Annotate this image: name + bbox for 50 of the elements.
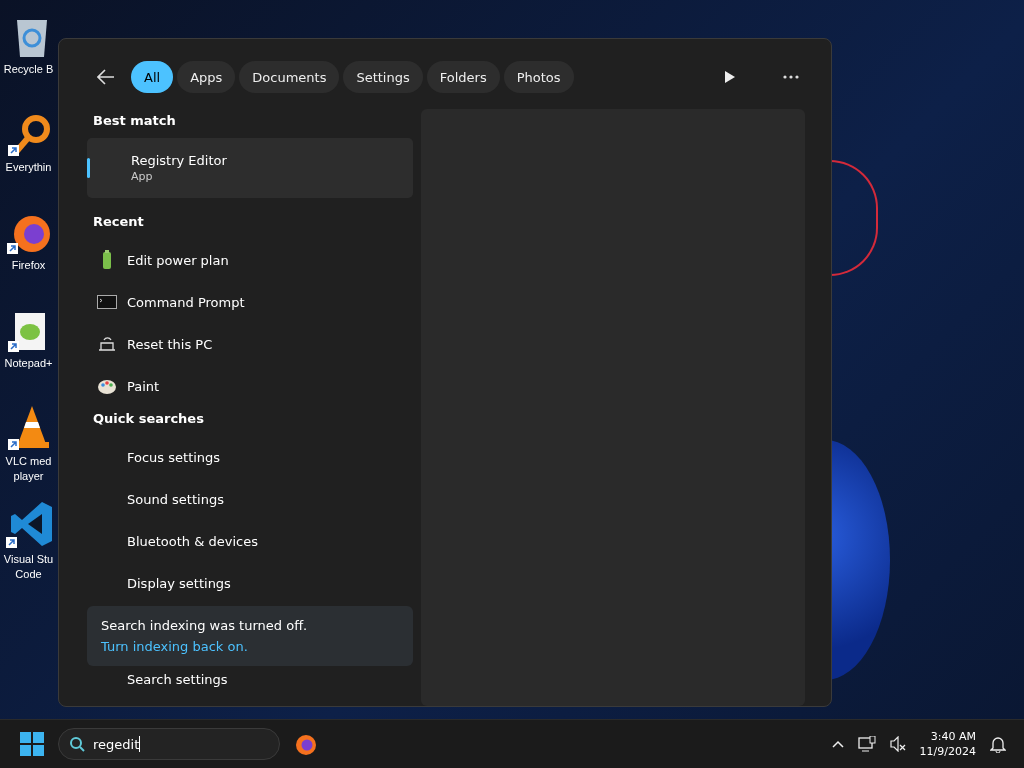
code-editor-icon[interactable] (9, 500, 54, 548)
desktop-icon-label[interactable]: Recycle B (3, 62, 54, 77)
desktop-icon-label[interactable]: Notepad+ (4, 356, 53, 371)
desktop-icon-label[interactable]: Visual Stu Code (0, 552, 57, 582)
quick-search-item[interactable]: Focus settings (127, 449, 221, 465)
quick-search-item[interactable]: Search settings (127, 671, 228, 687)
result-type: App (131, 170, 154, 183)
shortcut-arrow-icon (6, 243, 18, 254)
shortcut-arrow-icon (7, 341, 19, 352)
shortcut-arrow-icon (7, 145, 19, 156)
chevron-up-icon[interactable] (831, 740, 844, 748)
result-title: Registry Editor (131, 153, 227, 168)
reset-pc-icon (97, 334, 117, 354)
recent-item[interactable]: Command Prompt (127, 294, 245, 310)
shortcut-arrow-icon (7, 439, 19, 450)
back-arrow-icon[interactable] (97, 69, 115, 85)
quick-search-item[interactable]: Bluetooth & devices (127, 533, 258, 549)
network-icon[interactable] (857, 736, 876, 752)
play-icon[interactable] (724, 71, 735, 83)
clock-date[interactable]: 11/9/2024 (919, 744, 976, 759)
muted-speaker-icon[interactable] (889, 736, 906, 752)
quick-search-item[interactable]: Display settings (127, 575, 231, 591)
filter-tab[interactable]: Photos (503, 61, 574, 93)
recent-item[interactable]: Edit power plan (127, 252, 229, 268)
recent-item[interactable]: Reset this PC (127, 336, 213, 352)
notice-text: Search indexing was turned off. (101, 618, 309, 633)
turn-indexing-on-link[interactable]: Turn indexing back on. (101, 639, 248, 654)
filter-tab[interactable]: Folders (426, 61, 500, 93)
desktop-icon-label[interactable]: Firefox (11, 258, 46, 273)
filter-tab[interactable]: Settings (343, 61, 423, 93)
recent-item[interactable]: Paint (127, 378, 160, 394)
search-icon (69, 736, 85, 752)
clock-time[interactable]: 3:40 AM (930, 729, 976, 744)
taskbar-search-field[interactable]: regedit (58, 728, 280, 760)
windows-start-icon[interactable] (20, 732, 44, 756)
desktop-icon-label[interactable]: Everythin (5, 160, 52, 175)
terminal-icon (97, 292, 117, 312)
desktop-icon-label[interactable]: VLC med player (0, 454, 57, 484)
section-heading: Best match (92, 112, 177, 130)
shortcut-arrow-icon (5, 537, 17, 548)
filter-tab[interactable]: All (131, 61, 174, 93)
section-heading: Recent (92, 213, 145, 231)
filter-tab[interactable]: Apps (177, 61, 236, 93)
notification-bell-icon[interactable] (990, 735, 1006, 753)
filter-tab[interactable]: Documents (239, 61, 340, 93)
more-options-icon[interactable] (783, 75, 799, 79)
firefox-icon[interactable] (294, 732, 318, 756)
section-heading: Quick searches (92, 410, 205, 428)
quick-search-item[interactable]: Sound settings (127, 491, 224, 507)
best-match-result[interactable]: Registry Editor App (87, 138, 413, 198)
